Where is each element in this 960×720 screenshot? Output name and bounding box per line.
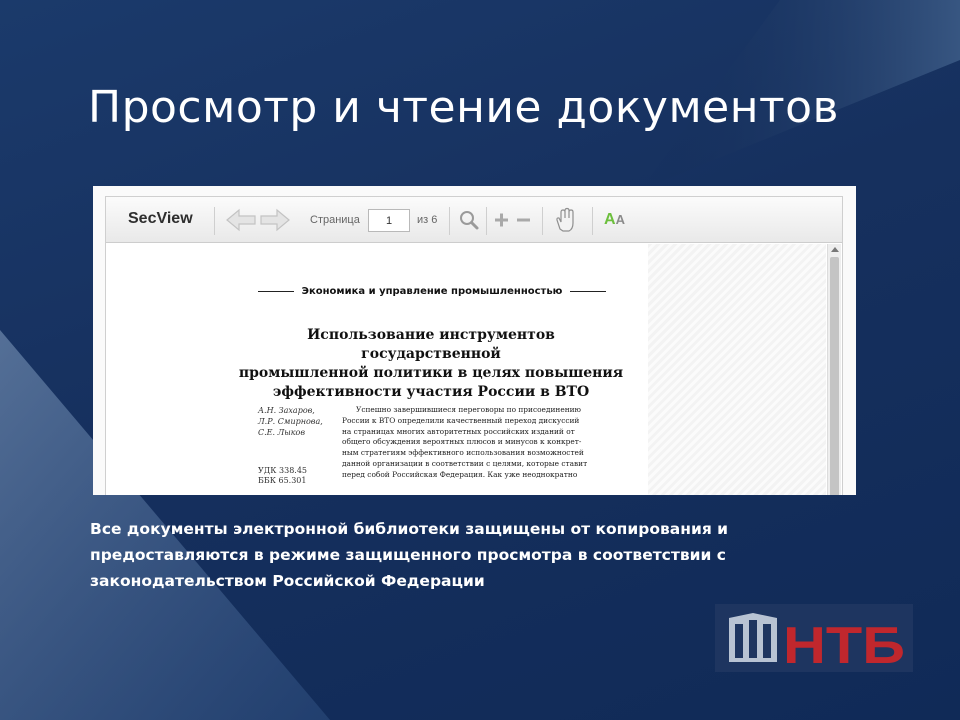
article-title-line: эффективности участия России в ВТО (272, 384, 590, 400)
section-heading: Экономика и управление промышленностью (258, 286, 606, 297)
toolbar-separator (449, 207, 450, 235)
viewer-frame: SecView Страница из 6 (105, 196, 843, 495)
font-small-label: A (615, 212, 625, 227)
vertical-scrollbar[interactable] (827, 244, 841, 495)
article-body: Успешно завершившиеся переговоры по прис… (342, 405, 606, 481)
classification-code: ББК 65.301 (258, 476, 307, 485)
toolbar-separator (592, 207, 593, 235)
article-title-line: Использование инструментов государственн… (307, 327, 555, 362)
body-line: Успешно завершившиеся переговоры по прис… (356, 405, 581, 414)
font-large-label: A (604, 211, 616, 228)
author: Л.Р. Смирнова, (258, 417, 323, 426)
scrollbar-thumb[interactable] (830, 257, 839, 495)
author: А.Н. Захаров, (258, 406, 315, 415)
article-title: Использование инструментов государственн… (236, 326, 626, 402)
body-line: ным стратегиям эффективного использовани… (342, 448, 584, 458)
font-size-toggle[interactable]: AA (604, 211, 625, 229)
author: С.Е. Лыков (258, 428, 306, 437)
caption-line: Все документы электронной библиотеки защ… (90, 520, 729, 538)
section-rule-right (570, 291, 606, 292)
section-rule-left (258, 291, 294, 292)
minus-icon[interactable] (514, 205, 534, 235)
slide-title: Просмотр и чтение документов (88, 82, 839, 133)
page-count-label: из 6 (417, 214, 438, 226)
library-building-icon (729, 613, 777, 662)
page-margin-pattern (648, 244, 826, 495)
app-name: SecView (128, 210, 193, 227)
body-line: перед собой Российская Федерация. Как уж… (342, 469, 578, 479)
plus-icon[interactable] (492, 205, 512, 235)
body-line: общего обсуждения вероятных плюсов и мин… (342, 437, 582, 447)
article-title-line: промышленной политики в целях повышения (238, 365, 624, 381)
section-title: Экономика и управление промышленностью (301, 286, 563, 297)
hand-icon[interactable] (552, 205, 578, 235)
toolbar-separator (486, 207, 487, 235)
magnifier-icon[interactable] (456, 205, 482, 235)
body-line: России к ВТО определили качественный пер… (342, 415, 580, 425)
body-line: данной организации в соответствии с целя… (342, 458, 588, 468)
classification-code: УДК 338.45 (258, 466, 308, 475)
scroll-up-icon[interactable] (831, 247, 839, 252)
toolbar-separator (214, 207, 215, 235)
ntb-logo: НТБ (715, 604, 913, 672)
document-viewer: SecView Страница из 6 (93, 186, 856, 495)
document-page: Экономика и управление промышленностью И… (106, 244, 842, 495)
viewer-toolbar: SecView Страница из 6 (106, 197, 842, 243)
logo-text: НТБ (783, 617, 905, 672)
toolbar-separator (542, 207, 543, 235)
arrow-right-icon[interactable] (258, 205, 292, 235)
slide-caption: Все документы электронной библиотеки защ… (90, 516, 810, 594)
arrow-left-icon[interactable] (224, 205, 258, 235)
article-authors: А.Н. Захаров, Л.Р. Смирнова, С.Е. Лыков (258, 405, 323, 438)
page-label: Страница (310, 214, 360, 226)
body-line: на страницах многих авторитетных российс… (342, 426, 575, 436)
caption-line: предоставляются в режиме защищенного про… (90, 546, 726, 564)
article-classification: УДК 338.45 ББК 65.301 (258, 466, 307, 486)
caption-line: законодательством Российской Федерации (90, 572, 485, 590)
page-number-input[interactable] (368, 209, 410, 232)
